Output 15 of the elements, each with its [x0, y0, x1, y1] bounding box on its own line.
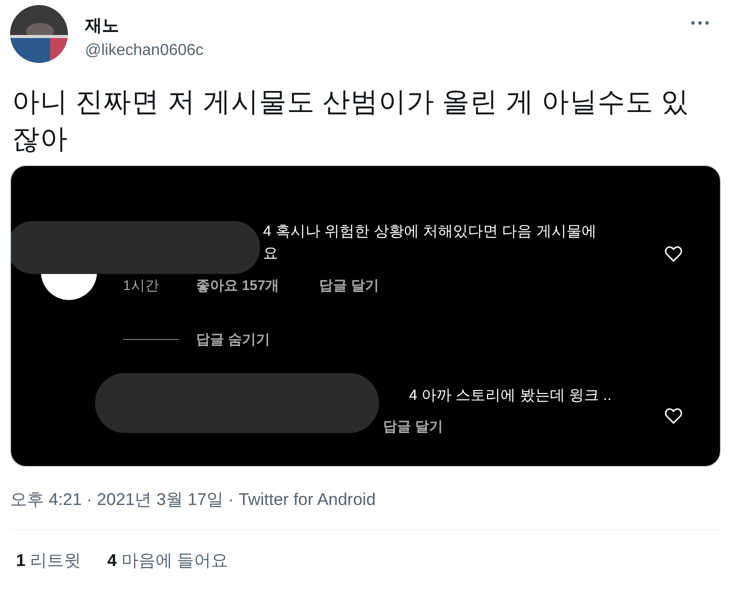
stat-link[interactable]: 4 마음에 들어요 — [107, 550, 228, 572]
reply-link[interactable]: 답글 달기 — [319, 276, 379, 294]
tweet-text: 아니 진짜면 저 게시물도 산범이가 올린 게 아닐수도 있잖아 — [12, 85, 690, 156]
comment-text: 요 — [263, 244, 279, 264]
comment-text: 4 혹시나 위험한 상황에 처해있다면 다음 게시물에 — [263, 222, 596, 242]
tweet-timestamp: 오후 4:21 · 2021년 3월 17일 · Twitter for Android — [10, 489, 377, 511]
author-handle[interactable]: @likechan0606c — [85, 40, 204, 62]
reply-link[interactable]: 답글 달기 — [383, 417, 443, 435]
stat-link[interactable]: 1 리트윗 — [16, 550, 82, 572]
author-name[interactable]: 재노 — [85, 15, 204, 37]
comment-text: 4 아까 스토리에 봤는데 윙크 .. — [409, 386, 612, 406]
hide-replies-link[interactable]: 답글 숨기기 — [196, 330, 270, 348]
comment-time: 1시간 — [123, 276, 160, 294]
like-count[interactable]: 좋아요 157개 — [196, 276, 319, 294]
more-icon[interactable] — [691, 21, 709, 25]
